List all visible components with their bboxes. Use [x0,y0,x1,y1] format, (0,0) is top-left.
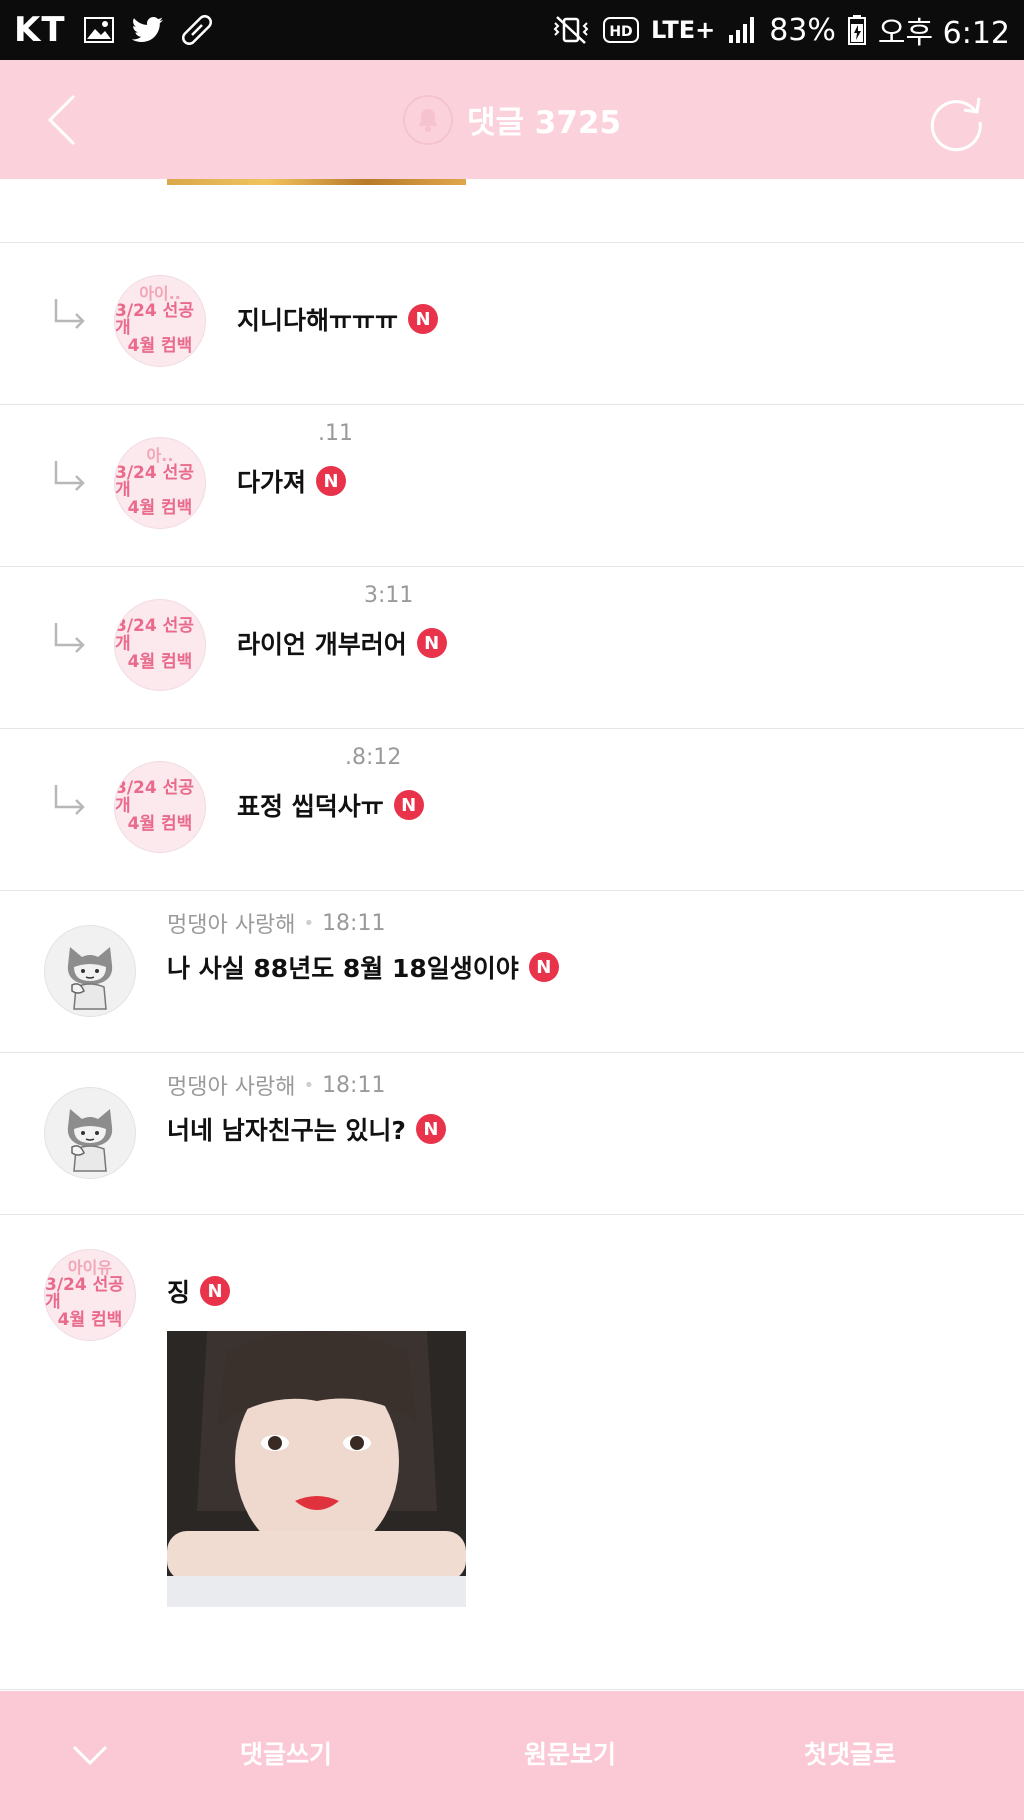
comment-body: 나 사실 88년도 8월 18일생이야 N [167,949,559,985]
status-left: KT [14,10,212,50]
status-bar: KT HD LTE+ 83% 오후 6:12 [0,0,1024,60]
carrier-label: KT [14,10,66,50]
comment-time: .11 [318,421,353,446]
avatar-line-3: 4월 컴백 [127,651,193,672]
new-badge: N [528,952,559,982]
comment-body: 표정 씹덕사ㅠ N [237,787,424,823]
reply-arrow-icon [54,461,85,491]
comment-time: 18:11 [322,1072,386,1098]
clock: 오후 6:12 [877,16,1010,51]
comment-meta: 3:11 [364,583,413,608]
gallery-icon [83,17,114,43]
avatar[interactable]: 아이.. 3/24 선공개 4월 컴백 [114,275,206,367]
write-comment-button[interactable]: 댓글쓰기 [240,1735,332,1771]
comment-author[interactable]: 멍댕아 사랑해 [167,1069,295,1101]
avatar[interactable]: 3/24 선공개 4월 컴백 [114,599,206,691]
reply-arrow-icon [54,785,85,815]
reply-arrow-icon [54,623,85,653]
svg-text:HD: HD [609,24,632,40]
comment-time: 18:11 [322,910,386,936]
reply-item[interactable]: 아.. 3/24 선공개 4월 컴백 .11 다가져 N [0,405,1024,566]
avatar-line-3: 4월 컴백 [127,498,193,519]
avatar-line-3: 4월 컴백 [57,1310,123,1331]
view-original-button[interactable]: 원문보기 [524,1735,616,1771]
avatar-line-2: 3/24 선공개 [115,462,194,501]
refresh-icon[interactable] [924,88,988,152]
comment-text: 다가져 [237,468,307,497]
avatar-line-3: 4월 컴백 [127,336,193,357]
new-badge: N [408,304,439,334]
chevron-down-icon[interactable] [72,1737,108,1773]
twitter-icon [131,17,164,43]
previous-attachment-image[interactable] [167,179,466,185]
bottom-toolbar: 댓글쓰기 원문보기 첫댓글로 [0,1691,1024,1820]
comment-item[interactable]: 멍댕아 사랑해 • 18:11 나 사실 88년도 8월 18일생이야 N [0,891,1024,1052]
comment-text: 라이언 개부러어 [237,630,407,659]
avatar[interactable]: 3/24 선공개 4월 컴백 [114,761,206,853]
comment-body: 징 N [167,1273,231,1309]
header-title-group: 댓글 3725 [402,94,622,145]
avatar[interactable]: 아.. 3/24 선공개 4월 컴백 [114,437,206,529]
comment-time: .8:12 [345,745,402,770]
comment-photo[interactable] [167,1331,466,1607]
comment-list[interactable]: 아이.. 3/24 선공개 4월 컴백 지니다해ㅠㅠㅠ N 아.. 3/24 선… [0,179,1024,1691]
hd-icon: HD [603,16,639,44]
battery-icon [847,15,866,45]
new-badge: N [316,466,347,496]
signal-icon [727,15,757,45]
avatar-line-2: 3/24 선공개 [115,300,194,339]
cat-character-icon [67,1109,113,1172]
status-right: HD LTE+ 83% 오후 6:12 [551,8,1010,52]
meta-separator: • [303,1074,315,1096]
comment-item[interactable]: 멍댕아 사랑해 • 18:11 너네 남자친구는 있니? N [0,1053,1024,1214]
comment-body: 라이언 개부러어 N [237,625,447,661]
comment-meta: 멍댕아 사랑해 • 18:11 [167,1069,385,1101]
comment-text: 표정 씹덕사ㅠ [237,792,384,821]
reply-item[interactable]: 아이.. 3/24 선공개 4월 컴백 지니다해ㅠㅠㅠ N [0,243,1024,404]
comment-meta: .8:12 [345,745,401,770]
new-badge: N [415,1114,446,1144]
new-badge: N [200,1276,231,1306]
back-chevron-icon[interactable] [40,90,100,150]
app-header: 댓글 3725 [0,60,1024,179]
comment-meta: 멍댕아 사랑해 • 18:11 [167,907,385,939]
avatar-line-2: 3/24 선공개 [45,1274,124,1313]
avatar[interactable] [44,1087,136,1179]
meta-separator: • [303,912,315,934]
comment-text: 너네 남자친구는 있니? [167,1116,406,1145]
mute-vibrate-icon [551,15,591,45]
divider [0,1689,1024,1690]
cat-character-icon [67,947,113,1010]
portrait-photo-icon [167,1331,466,1607]
battery-percent: 83% [769,12,836,48]
reply-item[interactable]: 3/24 선공개 4월 컴백 3:11 라이언 개부러어 N [0,567,1024,728]
pill-icon [181,15,212,45]
new-badge: N [416,628,447,658]
comment-author[interactable]: 멍댕아 사랑해 [167,907,295,939]
reply-item[interactable]: 3/24 선공개 4월 컴백 .8:12 표정 씹덕사ㅠ N [0,729,1024,890]
avatar[interactable] [44,925,136,1017]
page-title: 댓글 3725 [466,105,622,141]
comment-text: 나 사실 88년도 8월 18일생이야 [167,954,519,983]
comment-text: 지니다해ㅠㅠㅠ [237,306,399,335]
avatar-line-2: 3/24 선공개 [115,778,194,817]
comment-body: 다가져 N [237,463,347,499]
avatar[interactable]: 아이유 3/24 선공개 4월 컴백 [44,1249,136,1341]
comment-time: 3:11 [364,583,414,608]
comment-meta: .11 [318,421,353,446]
comment-body: 지니다해ㅠㅠㅠ N [237,301,439,337]
avatar-line-2: 3/24 선공개 [115,616,194,655]
network-label: LTE+ [651,16,716,44]
comment-body: 너네 남자친구는 있니? N [167,1111,446,1147]
avatar-line-3: 4월 컴백 [127,813,193,834]
first-comment-button[interactable]: 첫댓글로 [804,1735,896,1771]
bell-icon[interactable] [402,94,453,145]
comment-text: 징 [167,1278,191,1307]
comment-item[interactable]: 아이유 3/24 선공개 4월 컴백 징 N [0,1215,1024,1691]
reply-arrow-icon [54,299,85,329]
new-badge: N [393,790,424,820]
